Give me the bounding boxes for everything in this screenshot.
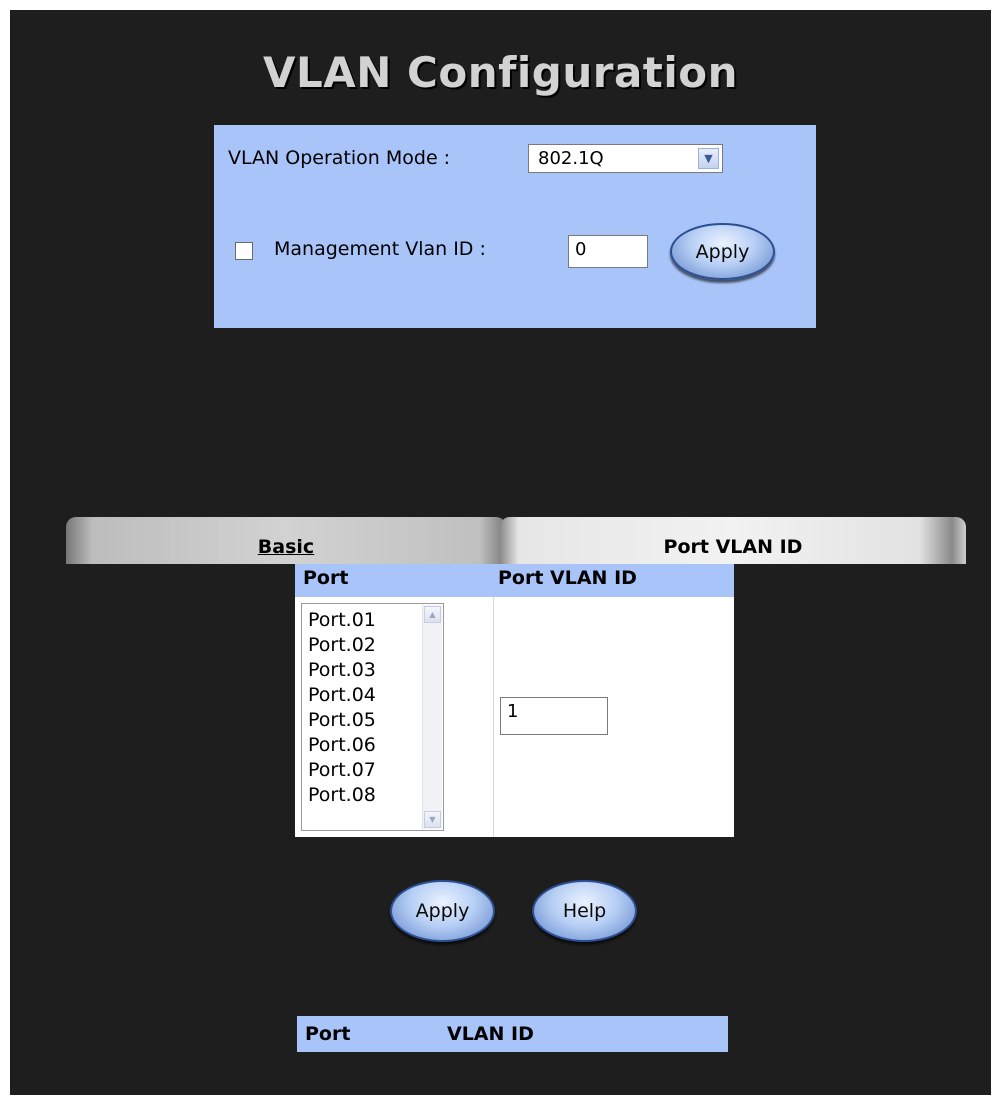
management-vlan-id-input[interactable]: 0 [568, 235, 648, 268]
tab-port-vlan-id[interactable]: Port VLAN ID [500, 517, 966, 564]
tab-basic[interactable]: Basic [66, 517, 506, 564]
tab-basic-label: Basic [257, 536, 315, 558]
grid-header-port: Port [303, 567, 349, 589]
tab-bar: Basic Port VLAN ID [66, 517, 966, 564]
port-listbox[interactable]: Port.01 Port.02 Port.03 Port.04 Port.05 … [301, 603, 444, 831]
list-item[interactable]: Port.02 [308, 633, 376, 658]
chevron-down-icon[interactable]: ▼ [698, 148, 719, 169]
help-button[interactable]: Help [532, 880, 637, 942]
vlan-mode-value: 802.1Q [538, 148, 604, 169]
port-vlan-grid: Port Port VLAN ID Port.01 Port.02 Port.0… [295, 564, 734, 837]
summary-header-port: Port [305, 1023, 351, 1045]
apply-button[interactable]: Apply [390, 880, 495, 942]
list-item[interactable]: Port.05 [308, 708, 376, 733]
grid-divider [493, 597, 494, 837]
list-item[interactable]: Port.03 [308, 658, 376, 683]
grid-header: Port Port VLAN ID [295, 564, 734, 597]
list-item[interactable]: Port.04 [308, 683, 376, 708]
apply-mode-button[interactable]: Apply [670, 223, 775, 280]
tab-port-vlan-id-label: Port VLAN ID [663, 536, 803, 558]
management-vlan-checkbox[interactable] [235, 242, 253, 260]
page-title: VLAN Configuration [262, 48, 739, 97]
scroll-down-icon[interactable]: ▼ [424, 811, 441, 828]
vlan-mode-label: VLAN Operation Mode : [228, 147, 451, 169]
vlan-summary-header: Port VLAN ID [297, 1016, 728, 1052]
list-item[interactable]: Port.08 [308, 783, 376, 808]
port-vlan-id-input[interactable]: 1 [500, 697, 608, 735]
list-item[interactable]: Port.01 [308, 608, 376, 633]
management-vlan-label: Management Vlan ID : [274, 238, 486, 260]
listbox-scrollbar[interactable]: ▲ ▼ [422, 605, 442, 829]
vlan-config-panel: VLAN Operation Mode : 802.1Q ▼ Managemen… [214, 125, 816, 328]
grid-header-port-vlan-id: Port VLAN ID [498, 567, 637, 589]
list-item[interactable]: Port.06 [308, 733, 376, 758]
list-item[interactable]: Port.07 [308, 758, 376, 783]
page-frame: VLAN Configuration VLAN Operation Mode :… [10, 10, 991, 1095]
scroll-up-icon[interactable]: ▲ [424, 606, 441, 623]
vlan-mode-select[interactable]: 802.1Q ▼ [528, 144, 723, 173]
summary-header-vlan-id: VLAN ID [447, 1023, 534, 1045]
